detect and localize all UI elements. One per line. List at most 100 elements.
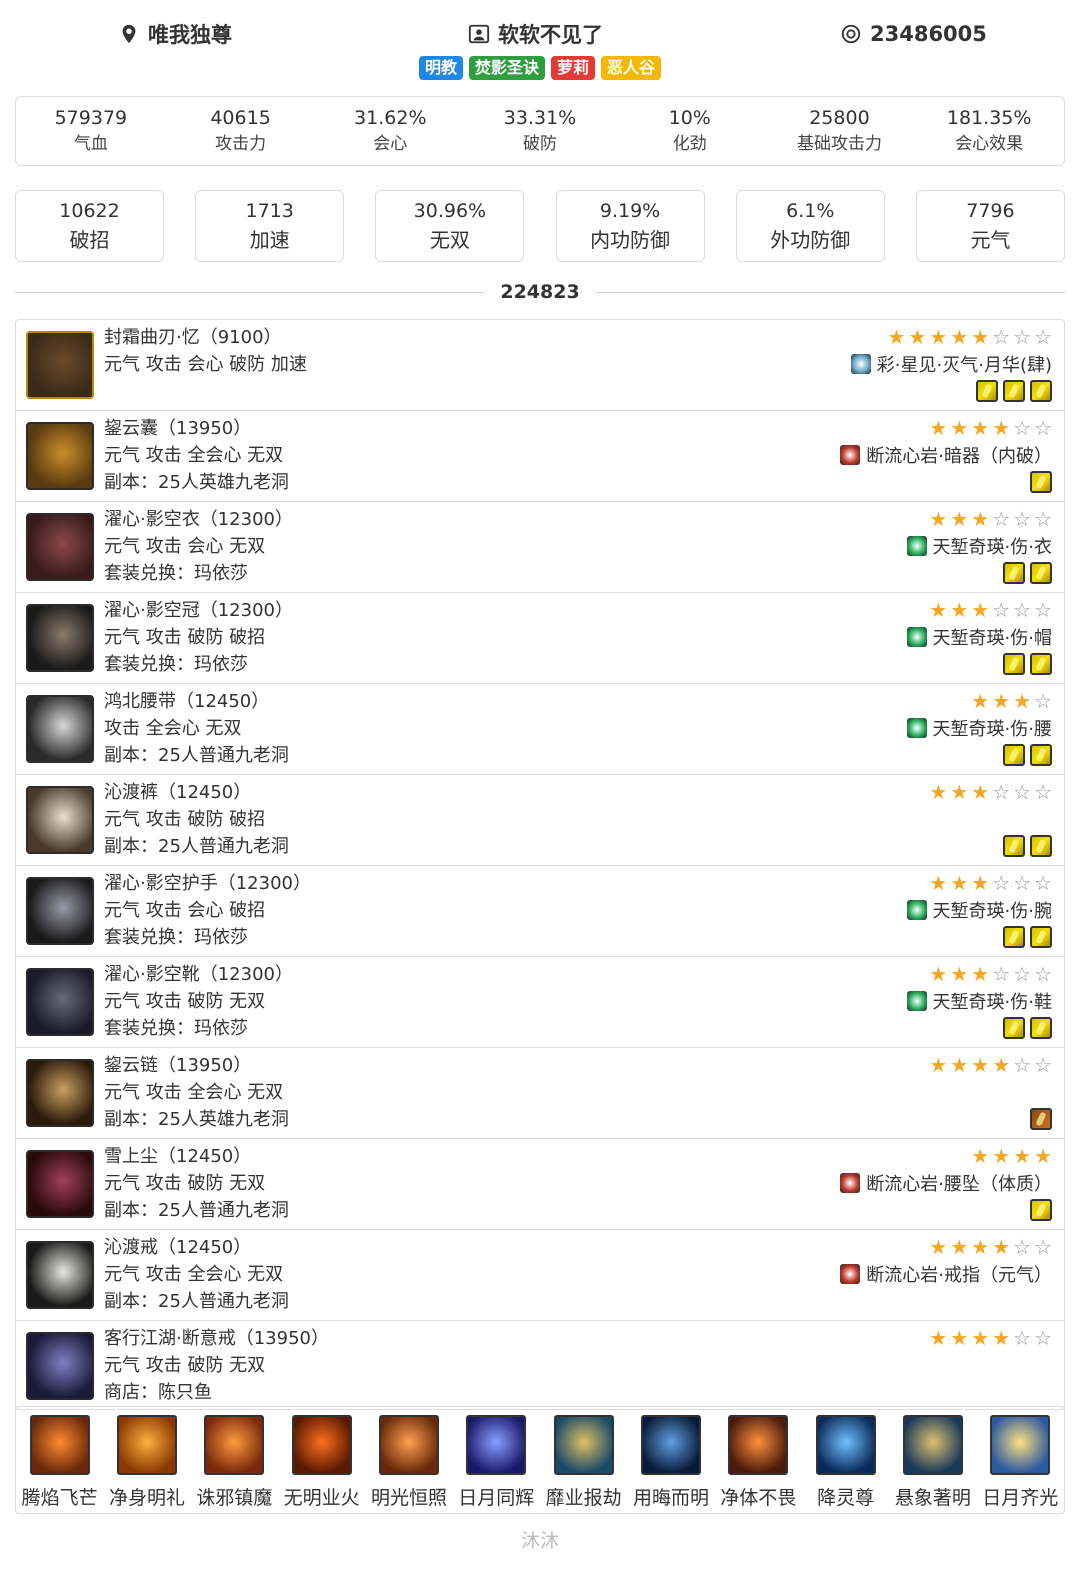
equipment-row[interactable]: 鋆云囊（13950） 元气 攻击 全会心 无双 副本：25人英雄九老洞 ★ ★ ★ ★ ☆ ☆ 断… [16,411,1064,502]
slot-stone-icon [1003,561,1025,584]
equipment-row[interactable]: 封霜曲刃·忆（9100） 元气 攻击 会心 破防 加速 ★ ★ ★ ★ ★ ☆ ☆ ☆ 彩·星见·灭… [16,320,1064,411]
skill-item[interactable]: 靡业报劫 [543,1415,625,1510]
stat-card: 7796 元气 [915,190,1065,262]
stat-label: 内功防御 [590,228,671,252]
equipment-enhancements: ★ ★ ★ ☆ ☆ ☆ [929,779,1052,859]
stat-label: 攻击力 [215,134,267,154]
skill-item[interactable]: 诛邪镇魔 [193,1415,275,1510]
star-rating: ★ ★ ★ ★ ☆ ☆ [929,415,1052,441]
equipment-row[interactable]: 濯心·影空护手（12300） 元气 攻击 会心 破招 套装兑换：玛依莎 ★ ★ ★ ☆ ☆ ☆ 天… [16,866,1064,957]
star-empty-icon: ☆ [1034,962,1052,986]
skill-item[interactable]: 净体不畏 [717,1415,799,1510]
gem-label: 断流心岩·暗器（内破） [866,445,1052,467]
stat-card: 9.19% 内功防御 [555,190,705,262]
slot-stone-icon [1003,652,1025,675]
equipment-info: 濯心·影空衣（12300） 元气 攻击 会心 无双 套装兑换：玛依莎 [104,506,293,587]
stat-value: 1713 [245,200,294,222]
equipment-row[interactable]: 濯心·影空靴（12300） 元气 攻击 破防 无双 套装兑换：玛依莎 ★ ★ ★ ☆ ☆ ☆ 天堑… [16,957,1064,1048]
slot-stone-icon [1030,470,1052,493]
equipment-attributes: 元气 攻击 破防 破招 [104,627,266,648]
skill-item[interactable]: 日月同辉 [455,1415,537,1510]
equipment-icon [26,513,94,581]
star-empty-icon: ☆ [992,962,1011,986]
star-empty-icon: ☆ [1034,1053,1052,1077]
equipment-icon [26,1241,94,1309]
star-empty-icon: ☆ [1034,507,1052,531]
star-rating: ★ ★ ★ ★ ☆ ☆ [929,1234,1052,1260]
star-filled-icon: ★ [929,598,948,622]
equipment-attributes: 元气 攻击 破防 无双 [104,1173,266,1194]
skill-label: 降灵尊 [817,1487,875,1509]
equipment-row[interactable]: 沁渡戒（12450） 元气 攻击 全会心 无双 副本：25人普通九老洞 ★ ★ ★ ★ ☆ ☆ 断… [16,1230,1064,1321]
equipment-row[interactable]: 鋆云链（13950） 元气 攻击 全会心 无双 副本：25人英雄九老洞 ★ ★ ★ ★ ☆ ☆ [16,1048,1064,1139]
equipment-enhancements: ★ ★ ★ ☆ ☆ ☆ 天堑奇瑛·伤·腕 [906,870,1052,950]
skill-item[interactable]: 降灵尊 [805,1415,887,1510]
equipment-info: 濯心·影空冠（12300） 元气 攻击 破防 破招 套装兑换：玛依莎 [104,597,293,678]
equipment-row[interactable]: 鸿北腰带（12450） 攻击 全会心 无双 副本：25人普通九老洞 ★ ★ ★ ☆ 天堑奇瑛·… [16,684,1064,775]
equipment-name: 封霜曲刃·忆（9100） [104,327,282,348]
stat-card: 30.96% 无双 [375,190,525,262]
skill-icon [29,1415,90,1475]
character-info: 软软不见了 [468,14,603,54]
skill-icon [640,1415,701,1475]
star-empty-icon: ☆ [1013,962,1032,986]
equipment-enhancements: ★ ★ ★ ★ ★ ☆ ☆ ☆ 彩·星见·灭气·月华(肆) [850,324,1052,404]
equipment-icon [26,604,94,672]
stat-item: 579379 气血 [16,97,166,165]
skill-icon [116,1415,177,1475]
stat-label: 基础攻击力 [796,134,882,154]
gem-socket: 天堑奇瑛·伤·腰 [906,714,1052,741]
stat-label: 破招 [69,228,110,252]
gem-label: 天堑奇瑛·伤·帽 [932,627,1052,649]
skill-item[interactable]: 悬象著明 [892,1415,974,1510]
stat-label: 外功防御 [770,228,851,252]
equipment-row[interactable]: 雪上尘（12450） 元气 攻击 破防 无双 副本：25人普通九老洞 ★ ★ ★ ★ 断流心岩… [16,1139,1064,1230]
star-empty-icon: ☆ [1013,507,1032,531]
stat-label: 会心效果 [955,134,1024,154]
equipment-icon [26,695,94,763]
star-filled-icon: ★ [971,1326,990,1350]
equipment-attributes: 元气 攻击 破防 破招 [104,809,266,830]
equipment-name: 沁渡裤（12450） [104,782,252,803]
star-rating: ★ ★ ★ ☆ ☆ ☆ [929,506,1052,532]
skill-item[interactable]: 日月齐光 [979,1415,1061,1510]
profile-header: 唯我独尊 软软不见了 23486005 [0,14,1080,54]
skill-item[interactable]: 净身明礼 [106,1415,188,1510]
equipment-info: 沁渡戒（12450） 元气 攻击 全会心 无双 副本：25人普通九老洞 [104,1234,289,1315]
stat-item: 25800 基础攻击力 [765,97,915,165]
equipment-source: 商店：陈只鱼 [104,1382,212,1403]
gem-icon [906,535,927,556]
skill-item[interactable]: 用晦而明 [630,1415,712,1510]
equipment-row[interactable]: 濯心·影空衣（12300） 元气 攻击 会心 无双 套装兑换：玛依莎 ★ ★ ★ ☆ ☆ ☆ 天堑… [16,502,1064,593]
star-empty-icon: ☆ [1013,416,1032,440]
gem-socket: 天堑奇瑛·伤·衣 [906,532,1052,559]
gem-socket: 断流心岩·暗器（内破） [840,441,1052,468]
equipment-info: 客行江湖·断意戒（13950） 元气 攻击 破防 无双 商店：陈只鱼 [104,1325,329,1406]
slot-stone-icon [1003,743,1025,766]
equipment-row[interactable]: 沁渡裤（12450） 元气 攻击 破防 破招 副本：25人普通九老洞 ★ ★ ★ ☆ ☆ ☆ [16,775,1064,866]
equipment-info: 鋆云链（13950） 元气 攻击 全会心 无双 副本：25人英雄九老洞 [104,1052,289,1133]
equipment-row[interactable]: 客行江湖·断意戒（13950） 元气 攻击 破防 无双 商店：陈只鱼 ★ ★ ★ ★ ☆ ☆ [16,1321,1064,1409]
skill-icon [204,1415,265,1475]
gem-label: 断流心岩·腰坠（体质） [866,1173,1052,1195]
equipment-row[interactable]: 濯心·影空冠（12300） 元气 攻击 破防 破招 套装兑换：玛依莎 ★ ★ ★ ☆ ☆ ☆ 天堑… [16,593,1064,684]
stat-item: 181.35% 会心效果 [914,97,1064,165]
star-filled-icon: ★ [971,689,990,713]
score-divider: 224823 [15,278,1066,306]
star-filled-icon: ★ [950,1235,969,1259]
equipment-info: 封霜曲刃·忆（9100） 元气 攻击 会心 破防 加速 [104,324,307,378]
equipment-name: 濯心·影空冠（12300） [104,600,293,621]
star-empty-icon: ☆ [1034,1235,1052,1259]
skill-item[interactable]: 无明业火 [281,1415,363,1510]
skill-item[interactable]: 腾焰飞芒 [19,1415,101,1510]
skill-item[interactable]: 明光恒照 [368,1415,450,1510]
star-rating: ★ ★ ★ ☆ ☆ ☆ [929,779,1052,805]
stat-item: 40615 攻击力 [166,97,316,165]
star-filled-icon: ★ [971,780,990,804]
star-empty-icon: ☆ [992,780,1011,804]
equipment-attributes: 攻击 全会心 无双 [104,718,242,739]
gem-socket: 天堑奇瑛·伤·鞋 [906,987,1052,1014]
stat-value: 25800 [809,107,870,129]
star-filled-icon: ★ [950,780,969,804]
star-empty-icon: ☆ [1013,1326,1032,1350]
